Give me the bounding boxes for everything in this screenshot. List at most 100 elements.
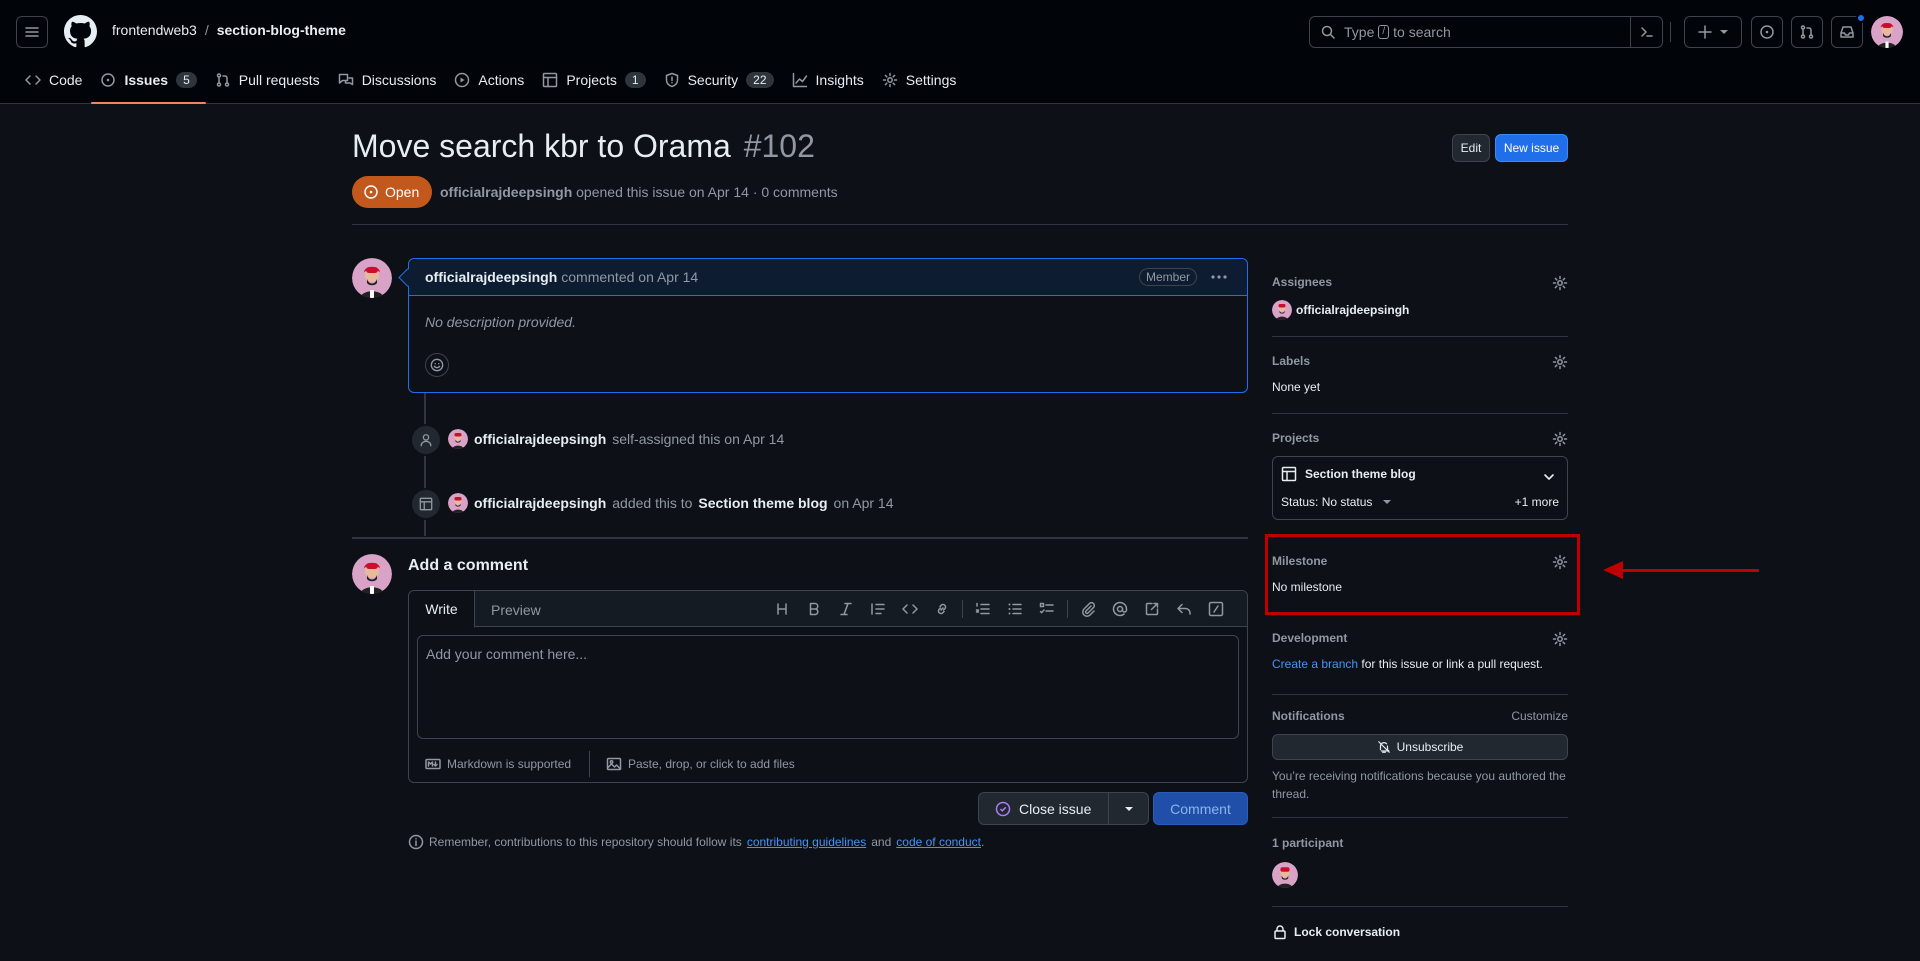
event-actor-avatar[interactable] (448, 429, 468, 449)
tab-code[interactable]: Code (16, 64, 91, 96)
gear-icon[interactable] (1552, 354, 1568, 370)
tab-actions[interactable]: Actions (445, 64, 533, 96)
avatar-icon (352, 554, 392, 594)
participant-avatar[interactable] (1272, 862, 1298, 888)
comment-body: No description provided. (425, 314, 576, 330)
reference-button[interactable] (1136, 601, 1168, 617)
comment-timestamp[interactable]: commented on Apr 14 (561, 269, 698, 285)
tab-security[interactable]: Security 22 (655, 64, 783, 96)
repo-nav-tabs: Code Issues 5 Pull requests Discussions … (16, 64, 965, 104)
event-text: self-assigned this on Apr 14 (612, 431, 785, 447)
your-pull-requests-button[interactable] (1791, 16, 1823, 48)
comment-author-link[interactable]: officialrajdeepsingh (425, 269, 557, 285)
terminal-icon (1640, 27, 1653, 37)
quote-button[interactable] (862, 601, 894, 617)
assignees-heading: Assignees (1272, 275, 1333, 289)
github-logo-icon[interactable] (64, 15, 97, 48)
preview-tab[interactable]: Preview (491, 591, 541, 628)
event-text: on Apr 14 (833, 495, 894, 511)
unordered-list-button[interactable] (999, 601, 1031, 617)
user-avatar-button[interactable] (1871, 16, 1903, 48)
unsubscribe-button[interactable]: Unsubscribe (1272, 734, 1568, 760)
hamburger-icon (25, 27, 39, 37)
add-reaction-button[interactable] (425, 353, 449, 377)
task-list-button[interactable] (1031, 601, 1063, 617)
contributing-guidelines-link[interactable]: contributing guidelines (747, 835, 866, 849)
tab-pull-requests[interactable]: Pull requests (206, 64, 329, 96)
repo-name-link[interactable]: section-blog-theme (217, 22, 346, 38)
attach-files-zone[interactable]: Paste, drop, or click to add files (590, 756, 795, 772)
new-issue-button[interactable]: New issue (1495, 134, 1568, 162)
repo-owner-link[interactable]: frontendweb3 (112, 22, 197, 38)
write-tab[interactable]: Write (409, 591, 475, 628)
close-issue-button[interactable]: Close issue (979, 801, 1108, 817)
lock-conversation-button[interactable]: Lock conversation (1272, 924, 1568, 940)
customize-link[interactable]: Customize (1511, 709, 1568, 723)
heading-icon (777, 603, 787, 615)
issue-meta-text: opened this issue on Apr 14 · 0 comments (576, 184, 838, 200)
current-user-avatar[interactable] (352, 554, 392, 594)
close-issue-label: Close issue (1019, 800, 1092, 817)
create-new-button[interactable] (1684, 16, 1742, 48)
tab-issues[interactable]: Issues 5 (91, 64, 207, 104)
projects-counter: 1 (624, 72, 646, 88)
quote-icon (871, 603, 885, 615)
comment-button[interactable]: Comment (1153, 792, 1248, 825)
search-input[interactable]: Type / to search (1309, 16, 1663, 48)
paste-note: Paste, drop, or click to add files (628, 757, 795, 771)
chevron-down-icon[interactable] (1541, 469, 1557, 485)
avatar-icon (1272, 300, 1292, 320)
edit-title-button[interactable]: Edit (1452, 134, 1490, 162)
timeline-event-assigned: officialrajdeepsingh self-assigned this … (448, 429, 784, 449)
menu-button[interactable] (16, 16, 48, 48)
project-more-link[interactable]: +1 more (1515, 495, 1559, 509)
ordered-list-button[interactable] (967, 601, 999, 617)
comment-textarea[interactable]: Add your comment here... (417, 635, 1239, 739)
close-reason-dropdown[interactable] (1108, 793, 1148, 824)
event-actor-link[interactable]: officialrajdeepsingh (474, 495, 606, 511)
project-name: Section theme blog (1305, 467, 1416, 481)
comment-header: officialrajdeepsingh commented on Apr 14… (409, 259, 1247, 296)
your-issues-button[interactable] (1751, 16, 1783, 48)
event-actor-avatar[interactable] (448, 493, 468, 513)
code-button[interactable] (894, 601, 926, 617)
sidebar-participants: 1 participant (1272, 836, 1568, 896)
saved-replies-button[interactable] (1168, 601, 1200, 617)
mention-button[interactable] (1104, 601, 1136, 617)
link-button[interactable] (926, 601, 958, 617)
issue-author-link[interactable]: officialrajdeepsingh (440, 184, 572, 200)
comment-author-avatar[interactable] (352, 258, 392, 298)
slash-commands-button[interactable] (1200, 601, 1232, 617)
notifications-button[interactable] (1831, 13, 1866, 48)
tab-projects[interactable]: Projects 1 (533, 64, 654, 96)
project-link[interactable]: Section theme blog (1281, 466, 1416, 482)
markdown-supported-link[interactable]: Markdown is supported (409, 756, 589, 772)
triangle-down-icon (1124, 806, 1133, 811)
tasklist-icon (1039, 602, 1054, 614)
gear-icon[interactable] (1552, 431, 1568, 447)
tab-insights[interactable]: Insights (783, 64, 873, 96)
italic-button[interactable] (830, 601, 862, 617)
gear-icon[interactable] (1552, 631, 1568, 647)
shield-icon (665, 72, 678, 88)
tab-discussions[interactable]: Discussions (329, 64, 446, 96)
slash-command-icon (1208, 601, 1224, 617)
table-icon (543, 72, 558, 88)
gear-icon[interactable] (1552, 275, 1568, 291)
heading-button[interactable] (766, 601, 798, 617)
event-project-link[interactable]: Section theme blog (698, 495, 827, 511)
attach-button[interactable] (1072, 601, 1104, 617)
command-palette-button[interactable] (1630, 17, 1662, 47)
project-status-field[interactable]: Status: No status (1281, 495, 1392, 509)
bold-button[interactable] (798, 601, 830, 617)
assignee-item[interactable]: officialrajdeepsingh (1272, 300, 1568, 320)
tab-label: Pull requests (238, 72, 320, 88)
avatar-icon (448, 493, 468, 513)
paperclip-icon (1082, 601, 1096, 617)
code-of-conduct-link[interactable]: code of conduct (896, 835, 981, 849)
event-actor-link[interactable]: officialrajdeepsingh (474, 431, 606, 447)
assignee-name: officialrajdeepsingh (1296, 303, 1410, 317)
kebab-horizontal-icon[interactable] (1209, 267, 1229, 287)
tab-settings[interactable]: Settings (873, 64, 966, 96)
create-branch-link[interactable]: Create a branch (1272, 657, 1358, 671)
